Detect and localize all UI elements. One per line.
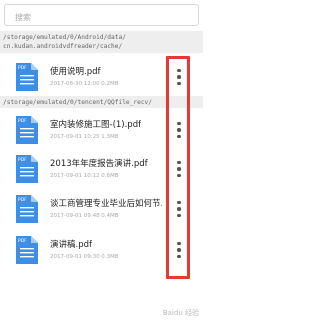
file-meta: 2017-08-30 12:00 0.2MB [50, 81, 119, 87]
pdf-file-icon: PDF [15, 194, 39, 224]
more-options-button[interactable] [170, 115, 188, 145]
watermark-text: Baidu 经验 [162, 309, 199, 317]
search-bar[interactable] [4, 4, 199, 28]
pdf-file-icon: PDF [15, 235, 39, 265]
more-dot-icon [177, 241, 181, 246]
more-dot-icon [177, 248, 181, 252]
file-meta: 2017-09-01 10:25 1.3MB [50, 134, 119, 140]
more-options-button[interactable] [170, 62, 188, 92]
file-row[interactable]: PDF 2013年年度报告演讲.pdf 2017-09-01 10:12 0.6… [0, 147, 203, 191]
svg-text:PDF: PDF [18, 65, 27, 71]
pdf-file-icon: PDF [15, 154, 39, 184]
more-options-button[interactable] [170, 194, 188, 224]
more-options-button[interactable] [170, 154, 188, 184]
more-dot-icon [177, 81, 181, 86]
svg-text:PDF: PDF [18, 157, 27, 163]
file-row[interactable]: PDF 室内装修施工图-(1).pdf 2017-09-01 10:25 1.3… [0, 108, 203, 152]
more-dot-icon [177, 134, 181, 139]
file-row[interactable]: PDF 谈工商管理专业毕业后如何节… 2017-09-01 09:48 0.4M… [0, 187, 203, 231]
more-dot-icon [177, 254, 181, 259]
file-name: 2013年年度报告演讲.pdf [50, 159, 148, 169]
more-dot-icon [177, 121, 181, 126]
file-row[interactable]: PDF 演讲稿.pdf 2017-09-01 09:30 0.3MB [0, 228, 203, 272]
pdf-file-icon: PDF [15, 115, 39, 145]
folder-path-text: /storage/emulated/0/Android/data/ cn.kud… [3, 34, 126, 50]
folder-path-header: /storage/emulated/0/tencent/QQfile_recv/ [0, 96, 203, 108]
file-row[interactable]: PDF 使用说明.pdf 2017-08-30 12:00 0.2MB [0, 55, 203, 99]
more-dot-icon [177, 167, 181, 171]
svg-text:PDF: PDF [18, 238, 27, 244]
file-meta: 2017-09-01 10:12 0.6MB [50, 173, 119, 179]
more-dot-icon [177, 213, 181, 218]
more-dot-icon [177, 68, 181, 73]
svg-text:PDF: PDF [18, 197, 27, 203]
more-dot-icon [177, 128, 181, 132]
more-dot-icon [177, 173, 181, 178]
search-input[interactable] [5, 7, 198, 28]
pdf-file-icon: PDF [15, 62, 39, 92]
file-name: 谈工商管理专业毕业后如何节… [50, 199, 162, 209]
more-dot-icon [177, 207, 181, 211]
more-dot-icon [177, 200, 181, 205]
file-name: 使用说明.pdf [50, 67, 101, 77]
folder-path-text: /storage/emulated/0/tencent/QQfile_recv/ [3, 99, 153, 106]
file-meta: 2017-09-01 09:48 0.4MB [50, 213, 119, 219]
file-meta: 2017-09-01 09:30 0.3MB [50, 254, 119, 260]
more-options-button[interactable] [170, 235, 188, 265]
file-name: 演讲稿.pdf [50, 240, 92, 250]
svg-text:PDF: PDF [18, 118, 27, 124]
file-name: 室内装修施工图-(1).pdf [50, 120, 142, 130]
more-dot-icon [177, 160, 181, 165]
more-dot-icon [177, 75, 181, 79]
folder-path-header: /storage/emulated/0/Android/data/ cn.kud… [0, 31, 203, 53]
